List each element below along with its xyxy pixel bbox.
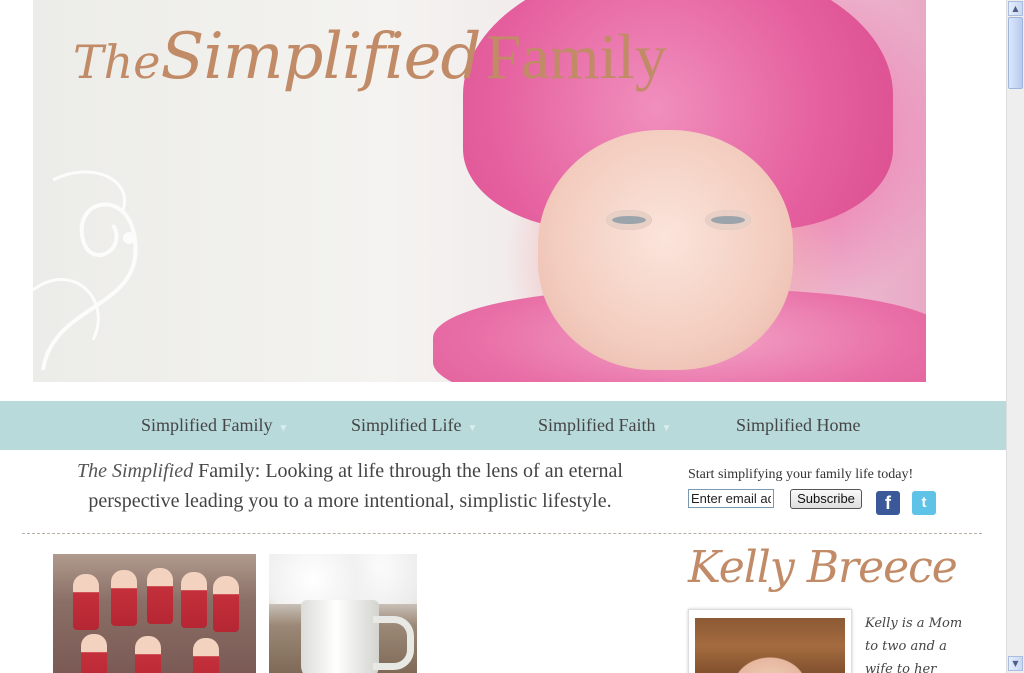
nav-item-simplified-faith[interactable]: Simplified Faith ▼	[538, 415, 671, 436]
photo-figure	[181, 572, 207, 628]
photo-figure	[213, 576, 239, 632]
tagline-family: Family	[198, 460, 255, 482]
nav-item-label: Simplified Home	[736, 415, 861, 435]
page: TheSimplified Family Simplified Family ▼ …	[0, 0, 1006, 673]
header-photo-face	[538, 130, 793, 370]
author-bio: Kelly is a Mom to two and a wife to her	[865, 616, 963, 673]
nav-item-label: Simplified Life	[351, 415, 462, 435]
logo-simplified: Simplified	[160, 20, 482, 94]
header-photo-eye-left	[606, 210, 652, 230]
logo-the: The	[73, 35, 161, 89]
header-banner[interactable]: TheSimplified Family	[33, 0, 926, 382]
photo-flowers	[269, 554, 417, 604]
nav-item-label: Simplified Family	[141, 415, 273, 435]
header-photo-eye-right	[705, 210, 751, 230]
tagline-brand: The Simplified	[76, 460, 194, 482]
photo-figure	[147, 568, 173, 624]
author-name-heading: Kelly Breece	[688, 542, 958, 593]
scrollbar-thumb[interactable]	[1008, 17, 1023, 89]
nav-item-simplified-family[interactable]: Simplified Family ▼	[141, 415, 288, 436]
main-nav: Simplified Family ▼ Simplified Life ▼ Simp…	[0, 401, 1006, 450]
subscribe-prompt: Start simplifying your family life today…	[688, 467, 914, 482]
nav-item-simplified-home[interactable]: Simplified Home	[736, 415, 861, 436]
photo-figure	[193, 638, 219, 673]
scroll-up-icon[interactable]: ▲	[1008, 1, 1023, 16]
photo-mug-handle	[373, 616, 414, 670]
site-tagline: The Simplified Family: Looking at life t…	[45, 456, 655, 516]
photo-figure	[81, 634, 107, 673]
vertical-scrollbar[interactable]: ▲ ▼	[1006, 0, 1024, 673]
email-field[interactable]	[688, 489, 774, 508]
photo-mug	[301, 600, 379, 673]
chevron-down-icon: ▼	[467, 423, 478, 434]
decorative-swirl-icon	[33, 170, 138, 371]
logo-family: Family	[485, 21, 667, 92]
nav-item-simplified-life[interactable]: Simplified Life ▼	[351, 415, 477, 436]
chevron-down-icon: ▼	[661, 423, 672, 434]
post-thumbnail-team-photo[interactable]	[53, 554, 256, 673]
section-divider	[22, 533, 982, 534]
photo-figure	[135, 636, 161, 673]
author-photo	[688, 609, 852, 673]
nav-item-label: Simplified Faith	[538, 415, 656, 435]
twitter-icon[interactable]: t	[912, 491, 936, 515]
site-logo[interactable]: TheSimplified Family	[73, 20, 667, 94]
photo-figure	[111, 570, 137, 626]
subscribe-button[interactable]: Subscribe	[790, 489, 862, 509]
author-photo-image	[695, 618, 845, 673]
post-thumbnail-mug-photo[interactable]	[269, 554, 417, 673]
scroll-down-icon[interactable]: ▼	[1008, 656, 1023, 671]
facebook-icon[interactable]: f	[876, 491, 900, 515]
photo-figure	[73, 574, 99, 630]
chevron-down-icon: ▼	[278, 423, 289, 434]
